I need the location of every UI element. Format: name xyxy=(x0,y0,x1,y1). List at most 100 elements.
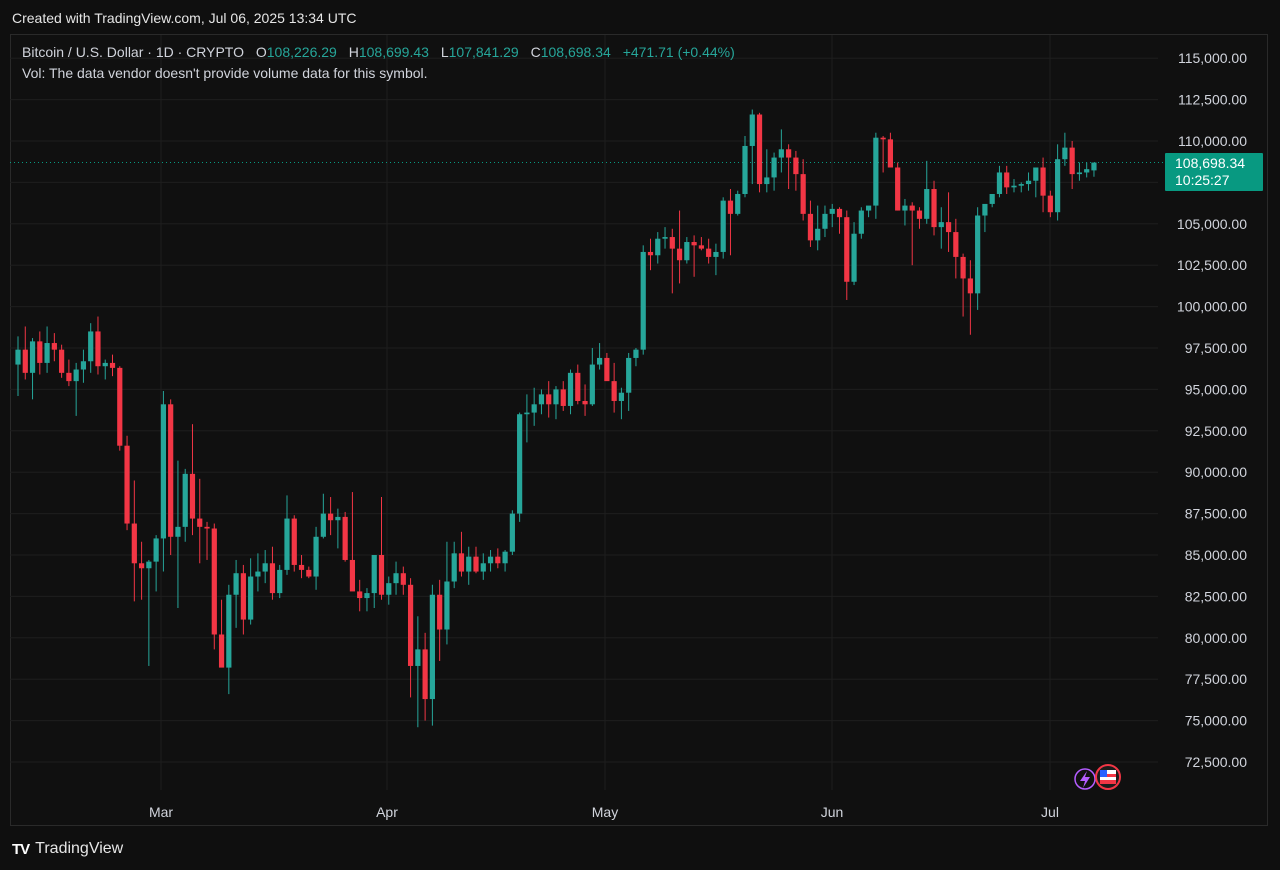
candle[interactable] xyxy=(655,232,661,264)
candle[interactable] xyxy=(676,210,683,284)
candle[interactable] xyxy=(509,510,515,555)
candle[interactable] xyxy=(131,480,137,602)
candle[interactable] xyxy=(182,468,188,542)
candle[interactable] xyxy=(764,149,770,193)
candle[interactable] xyxy=(342,511,348,562)
candle[interactable] xyxy=(393,561,399,595)
candle[interactable] xyxy=(364,588,370,612)
candle[interactable] xyxy=(160,391,166,572)
candle[interactable] xyxy=(1062,132,1068,166)
candle[interactable] xyxy=(691,235,697,277)
candle[interactable] xyxy=(59,344,65,378)
candle[interactable] xyxy=(444,541,450,645)
candle[interactable] xyxy=(938,207,944,249)
candle[interactable] xyxy=(800,159,806,221)
candle[interactable] xyxy=(742,136,748,198)
symbol-name[interactable]: Bitcoin / U.S. Dollar · 1D · CRYPTO xyxy=(22,44,244,60)
candle[interactable] xyxy=(218,599,225,668)
candle[interactable] xyxy=(517,412,523,522)
candle[interactable] xyxy=(1040,157,1046,213)
candle[interactable] xyxy=(698,237,704,251)
candle[interactable] xyxy=(1069,141,1075,190)
candle[interactable] xyxy=(982,203,988,233)
candle[interactable] xyxy=(735,190,741,216)
tradingview-brand[interactable]: TV TradingView xyxy=(12,840,123,858)
candle[interactable] xyxy=(902,198,908,226)
candle[interactable] xyxy=(189,424,196,536)
candle[interactable] xyxy=(836,207,843,234)
candle[interactable] xyxy=(306,566,312,579)
candle[interactable] xyxy=(618,387,625,420)
candle[interactable] xyxy=(895,162,901,211)
candle[interactable] xyxy=(546,381,552,418)
candle[interactable] xyxy=(335,508,341,549)
candle[interactable] xyxy=(458,531,465,577)
candle[interactable] xyxy=(1076,162,1083,181)
candle[interactable] xyxy=(1091,162,1097,177)
candle[interactable] xyxy=(778,129,784,173)
candle[interactable] xyxy=(37,331,43,375)
candle[interactable] xyxy=(713,243,719,276)
candle[interactable] xyxy=(117,366,123,451)
candle[interactable] xyxy=(1018,182,1024,193)
candle[interactable] xyxy=(153,535,159,592)
candle[interactable] xyxy=(1011,179,1017,193)
candle[interactable] xyxy=(553,386,559,420)
candle[interactable] xyxy=(22,326,28,380)
candle[interactable] xyxy=(248,558,254,625)
candle[interactable] xyxy=(429,584,435,726)
candle[interactable] xyxy=(538,389,545,415)
candle[interactable] xyxy=(95,316,101,375)
candle[interactable] xyxy=(109,354,116,377)
candle[interactable] xyxy=(422,632,428,721)
candle[interactable] xyxy=(706,238,712,264)
candle[interactable] xyxy=(720,197,726,259)
candle[interactable] xyxy=(320,493,326,539)
candle[interactable] xyxy=(756,112,763,193)
candle[interactable] xyxy=(945,192,952,252)
candle[interactable] xyxy=(480,553,486,580)
candle[interactable] xyxy=(909,202,915,266)
candle[interactable] xyxy=(502,550,508,572)
candle[interactable] xyxy=(204,521,210,560)
candle[interactable] xyxy=(495,548,501,569)
candle[interactable] xyxy=(567,369,574,415)
candle[interactable] xyxy=(967,260,973,335)
candle[interactable] xyxy=(466,546,472,585)
candle[interactable] xyxy=(589,348,595,406)
candle[interactable] xyxy=(175,460,181,608)
candle[interactable] xyxy=(88,323,94,373)
candle[interactable] xyxy=(996,165,1003,198)
candle[interactable] xyxy=(887,132,893,168)
candle[interactable] xyxy=(284,495,290,575)
candle[interactable] xyxy=(328,497,334,536)
candle[interactable] xyxy=(15,336,21,397)
candle[interactable] xyxy=(597,343,603,370)
candle[interactable] xyxy=(451,541,457,589)
candle[interactable] xyxy=(240,564,246,635)
candle[interactable] xyxy=(298,555,305,579)
candle[interactable] xyxy=(291,515,297,572)
candle[interactable] xyxy=(953,218,959,279)
candle[interactable] xyxy=(138,541,145,600)
candle[interactable] xyxy=(669,228,675,294)
candle[interactable] xyxy=(357,579,363,612)
candle[interactable] xyxy=(611,362,617,413)
candle[interactable] xyxy=(531,387,537,426)
candle[interactable] xyxy=(146,559,152,666)
candle[interactable] xyxy=(793,150,799,191)
candle[interactable] xyxy=(211,523,217,650)
candle[interactable] xyxy=(378,497,385,600)
candle[interactable] xyxy=(975,207,981,310)
candle[interactable] xyxy=(255,553,261,592)
candle[interactable] xyxy=(473,546,479,574)
candle[interactable] xyxy=(437,579,443,661)
candle[interactable] xyxy=(277,564,283,599)
candle[interactable] xyxy=(124,435,130,531)
candle[interactable] xyxy=(633,348,639,367)
candle[interactable] xyxy=(640,245,646,355)
candle[interactable] xyxy=(1004,165,1010,194)
candle[interactable] xyxy=(524,394,530,443)
candle[interactable] xyxy=(924,160,930,224)
candle[interactable] xyxy=(102,359,108,380)
